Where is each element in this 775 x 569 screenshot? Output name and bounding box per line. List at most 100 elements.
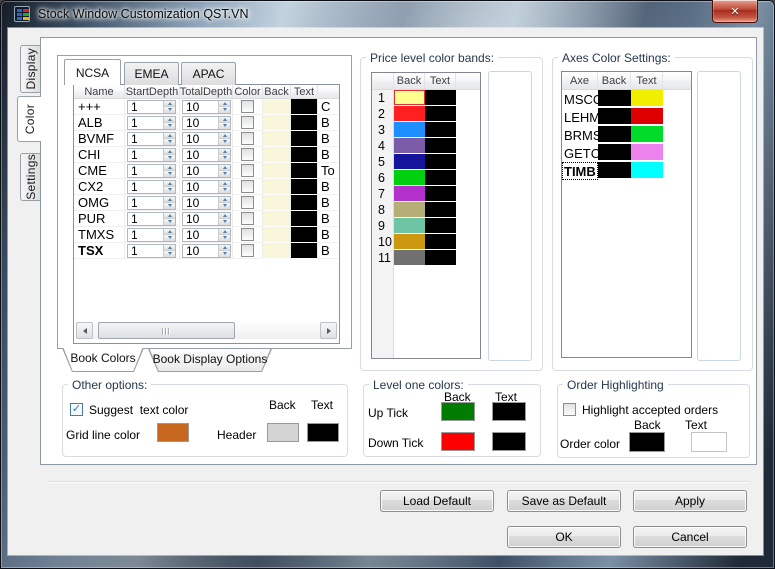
order-text-swatch[interactable] (691, 432, 727, 452)
row-color-checkbox[interactable] (241, 148, 254, 161)
price-band-row[interactable]: 8 (372, 202, 480, 218)
scroll-left-button[interactable] (76, 322, 93, 339)
band-text-cell[interactable] (425, 90, 456, 106)
tab-display[interactable]: Display (20, 45, 40, 93)
axes-row[interactable]: BRMS (562, 126, 691, 144)
depth-spinner[interactable]: 10 (182, 179, 231, 194)
depth-spinner[interactable]: 10 (182, 243, 231, 258)
row-color-checkbox[interactable] (241, 244, 254, 257)
axe-text-cell[interactable] (631, 126, 663, 144)
up-tick-back-swatch[interactable] (441, 402, 475, 421)
close-button[interactable]: ✕ (712, 0, 758, 23)
column-header-totaldepth[interactable]: TotalDepth (180, 85, 233, 98)
spin-down-button[interactable] (163, 203, 175, 209)
axe-back-cell[interactable] (598, 126, 631, 144)
depth-spinner[interactable]: 1 (127, 227, 176, 242)
row-text-color-cell[interactable] (291, 99, 318, 115)
spin-down-button[interactable] (218, 171, 230, 177)
row-color-checkbox[interactable] (241, 228, 254, 241)
row-color-checkbox[interactable] (241, 132, 254, 145)
down-tick-back-swatch[interactable] (441, 432, 475, 451)
book-table-row[interactable]: OMG 1 10 B (74, 195, 339, 211)
spin-down-button[interactable] (218, 187, 230, 193)
row-back-color-cell[interactable] (263, 195, 291, 211)
row-color-checkbox[interactable] (241, 212, 254, 225)
row-back-color-cell[interactable] (263, 179, 291, 195)
row-text-color-cell[interactable] (291, 163, 318, 179)
spin-down-button[interactable] (218, 235, 230, 241)
price-band-row[interactable]: 2 (372, 106, 480, 122)
band-text-cell[interactable] (425, 170, 456, 186)
price-band-row[interactable]: 4 (372, 138, 480, 154)
price-band-row[interactable]: 3 (372, 122, 480, 138)
axe-back-cell[interactable] (598, 90, 631, 108)
column-header-back[interactable]: Back (263, 85, 291, 98)
depth-spinner[interactable]: 1 (127, 179, 176, 194)
band-back-cell[interactable] (394, 106, 425, 122)
axe-text-cell[interactable] (631, 108, 663, 126)
column-header-startdepth[interactable]: StartDepth (125, 85, 180, 98)
axe-name-cell[interactable]: TIMB (562, 162, 598, 180)
spin-down-button[interactable] (218, 251, 230, 257)
row-back-color-cell[interactable] (263, 227, 291, 243)
axe-text-cell[interactable] (631, 90, 663, 108)
row-color-checkbox[interactable] (241, 180, 254, 193)
row-back-color-cell[interactable] (263, 243, 291, 259)
load-default-button[interactable]: Load Default (380, 490, 494, 512)
column-header-name[interactable]: Name (74, 85, 125, 98)
spin-down-button[interactable] (218, 123, 230, 129)
row-back-color-cell[interactable] (263, 147, 291, 163)
book-table-row[interactable]: CX2 1 10 B (74, 179, 339, 195)
suggest-text-color-checkbox[interactable] (70, 403, 83, 416)
row-color-checkbox[interactable] (241, 116, 254, 129)
save-as-default-button[interactable]: Save as Default (507, 490, 621, 512)
order-back-swatch[interactable] (629, 432, 665, 452)
row-text-color-cell[interactable] (291, 147, 318, 163)
band-text-cell[interactable] (425, 138, 456, 154)
axe-name-cell[interactable]: LEHM (562, 108, 600, 126)
depth-spinner[interactable]: 1 (127, 195, 176, 210)
axe-name-cell[interactable]: BRMS (562, 126, 602, 144)
band-back-cell[interactable] (394, 234, 425, 250)
depth-spinner[interactable]: 10 (182, 227, 231, 242)
down-tick-text-swatch[interactable] (492, 432, 526, 451)
scrollbar-thumb[interactable] (98, 322, 235, 339)
tab-color[interactable]: Color (17, 96, 41, 142)
band-text-cell[interactable] (425, 122, 456, 138)
book-table-row[interactable]: PUR 1 10 B (74, 211, 339, 227)
spin-down-button[interactable] (163, 251, 175, 257)
tab-book-display-options[interactable]: Book Display Options (148, 349, 272, 372)
band-back-cell[interactable] (394, 218, 425, 234)
spin-down-button[interactable] (163, 171, 175, 177)
row-color-checkbox[interactable] (241, 100, 254, 113)
axe-back-cell[interactable] (598, 162, 631, 180)
band-text-cell[interactable] (425, 234, 456, 250)
price-band-row[interactable]: 10 (372, 234, 480, 250)
row-text-color-cell[interactable] (291, 195, 318, 211)
price-band-row[interactable]: 7 (372, 186, 480, 202)
column-header-color[interactable]: Color (233, 85, 263, 98)
row-text-color-cell[interactable] (291, 179, 318, 195)
depth-spinner[interactable]: 10 (182, 211, 231, 226)
cancel-button[interactable]: Cancel (633, 526, 747, 548)
band-back-cell[interactable] (394, 122, 425, 138)
spin-down-button[interactable] (218, 107, 230, 113)
row-text-color-cell[interactable] (291, 115, 318, 131)
band-back-cell[interactable] (394, 250, 425, 266)
price-band-row[interactable]: 6 (372, 170, 480, 186)
depth-spinner[interactable]: 10 (182, 147, 231, 162)
apply-button[interactable]: Apply (633, 490, 747, 512)
spin-down-button[interactable] (163, 219, 175, 225)
row-back-color-cell[interactable] (263, 211, 291, 227)
band-text-cell[interactable] (425, 154, 456, 170)
band-text-cell[interactable] (425, 186, 456, 202)
axes-row[interactable]: LEHM (562, 108, 691, 126)
axe-back-cell[interactable] (598, 144, 631, 162)
axes-row[interactable]: MSCO (562, 90, 691, 108)
column-header-text[interactable]: Text (291, 85, 318, 98)
book-table-row[interactable]: BVMF 1 10 B (74, 131, 339, 147)
spin-down-button[interactable] (218, 155, 230, 161)
book-table-row[interactable]: CME 1 10 To (74, 163, 339, 179)
row-text-color-cell[interactable] (291, 211, 318, 227)
depth-spinner[interactable]: 1 (127, 243, 176, 258)
